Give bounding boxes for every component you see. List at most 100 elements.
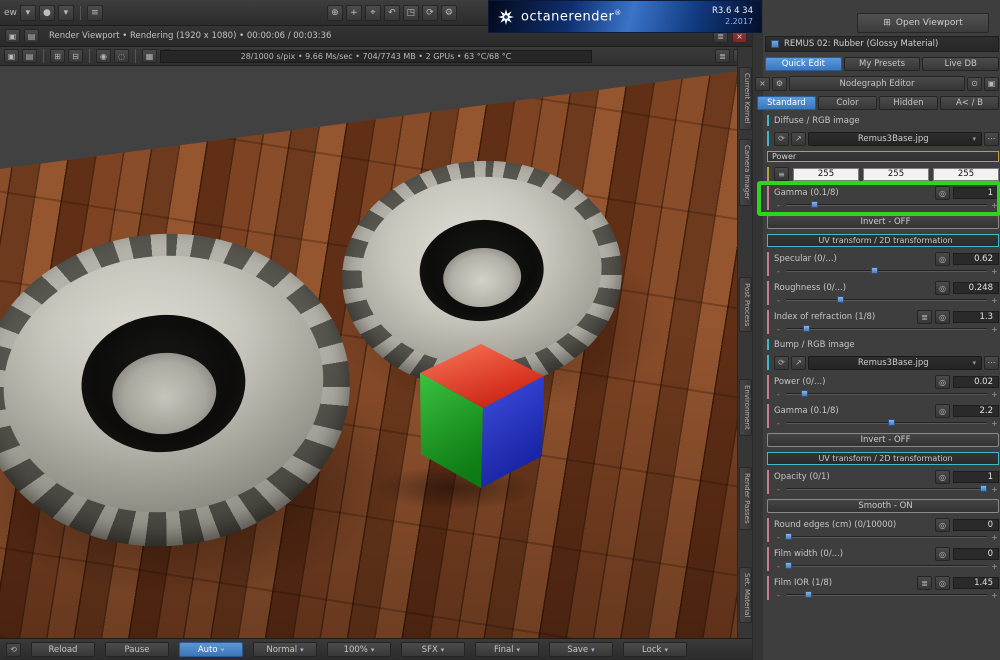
slider-minus[interactable]: - bbox=[775, 485, 782, 494]
target-tool-icon[interactable]: ⌖ bbox=[364, 4, 381, 21]
bump-invert-button[interactable]: Invert - OFF bbox=[767, 433, 999, 447]
zoom-level-dropdown[interactable]: 100% ▾ bbox=[327, 642, 391, 657]
focus-picker-icon[interactable]: ◉ bbox=[96, 49, 111, 63]
save-icon[interactable]: ▣ bbox=[5, 29, 20, 43]
tab-ab-compare[interactable]: A< / B bbox=[940, 96, 999, 110]
diffuse-file-select[interactable]: Remus3Base.jpg ▾ bbox=[808, 131, 982, 146]
param-value[interactable]: 0 bbox=[953, 519, 999, 531]
view-dropdown-icon[interactable]: ▾ bbox=[19, 4, 36, 21]
slider-handle[interactable] bbox=[811, 201, 819, 208]
knob-icon[interactable]: ◎ bbox=[935, 252, 950, 266]
film-ior-slider[interactable]: - + bbox=[774, 590, 999, 600]
knob-icon[interactable]: ◎ bbox=[935, 470, 950, 484]
grid-alt-icon[interactable]: ⊟ bbox=[68, 49, 83, 63]
frame-tool-icon[interactable]: ◳ bbox=[402, 4, 419, 21]
reload-button[interactable]: Reload bbox=[31, 642, 95, 657]
tab-set-material[interactable]: Set. Material bbox=[739, 567, 752, 624]
shade-dropdown-icon[interactable]: ▾ bbox=[57, 4, 74, 21]
tab-render-passes[interactable]: Render Passes bbox=[739, 467, 752, 530]
close-panel-icon[interactable]: × bbox=[755, 76, 770, 91]
param-value[interactable]: 0.02 bbox=[953, 376, 999, 388]
final-dropdown[interactable]: Final ▾ bbox=[475, 642, 539, 657]
slider-track[interactable] bbox=[785, 562, 987, 569]
slider-plus[interactable]: + bbox=[991, 201, 998, 210]
bump-file-select[interactable]: Remus3Base.jpg ▾ bbox=[808, 355, 982, 370]
slider-plus[interactable]: + bbox=[991, 267, 998, 276]
slider-handle[interactable] bbox=[837, 296, 845, 303]
preset-list-icon[interactable]: ≣ bbox=[917, 576, 932, 590]
tab-live-db[interactable]: Live DB bbox=[922, 57, 1000, 71]
normal-dropdown[interactable]: Normal ▾ bbox=[253, 642, 317, 657]
slider-track[interactable] bbox=[785, 533, 987, 540]
bump-gamma-slider[interactable]: - + bbox=[774, 418, 999, 428]
smooth-toggle-button[interactable]: Smooth - ON bbox=[767, 499, 999, 513]
lock-dropdown[interactable]: Lock ▾ bbox=[623, 642, 687, 657]
knob-icon[interactable]: ◎ bbox=[935, 186, 950, 200]
render-viewport-canvas[interactable] bbox=[0, 66, 737, 638]
grid-icon[interactable]: ⊞ bbox=[50, 49, 65, 63]
rgb-rows-icon[interactable]: ≡ bbox=[774, 167, 789, 181]
auto-dropdown[interactable]: Auto ▾ bbox=[179, 642, 243, 657]
param-value[interactable]: 0.248 bbox=[953, 282, 999, 294]
knob-icon[interactable]: ◎ bbox=[935, 547, 950, 561]
slider-plus[interactable]: + bbox=[991, 591, 998, 600]
specular-slider[interactable]: - + bbox=[774, 266, 999, 276]
slider-minus[interactable]: - bbox=[775, 325, 782, 334]
slider-handle[interactable] bbox=[785, 533, 792, 540]
picture-icon[interactable]: ▦ bbox=[142, 49, 157, 63]
roughness-slider[interactable]: - + bbox=[774, 295, 999, 305]
param-value[interactable]: 2.2 bbox=[953, 405, 999, 417]
knob-icon[interactable]: ◎ bbox=[935, 518, 950, 532]
round-edges-slider[interactable]: - + bbox=[774, 532, 999, 542]
param-value[interactable]: 0.62 bbox=[953, 253, 999, 265]
slider-track[interactable] bbox=[786, 296, 987, 303]
gear-icon[interactable]: ⚙ bbox=[440, 4, 457, 21]
tab-current-kernel[interactable]: Current Kernel bbox=[739, 67, 752, 130]
diffuse-uv-transform-button[interactable]: UV transform / 2D transformation bbox=[767, 234, 999, 247]
slider-handle[interactable] bbox=[801, 390, 809, 397]
knob-icon[interactable]: ◎ bbox=[935, 310, 950, 324]
tab-hidden[interactable]: Hidden bbox=[879, 96, 938, 110]
param-value[interactable]: 1.45 bbox=[953, 577, 999, 589]
knob-icon[interactable]: ◎ bbox=[935, 576, 950, 590]
slider-track[interactable] bbox=[786, 325, 987, 332]
refresh-texture-icon[interactable]: ⟳ bbox=[774, 131, 789, 146]
settings-gear-icon[interactable]: ⚙ bbox=[772, 76, 787, 91]
tab-camera-imager[interactable]: Camera Imager bbox=[739, 139, 752, 206]
slider-track[interactable] bbox=[786, 201, 987, 208]
move-tool-icon[interactable]: + bbox=[345, 4, 362, 21]
open-viewport-button[interactable]: ⊞ Open Viewport bbox=[857, 13, 989, 33]
open-file-icon[interactable]: ↗ bbox=[791, 355, 806, 370]
export-image-icon[interactable]: ▤ bbox=[22, 49, 37, 63]
param-value[interactable]: 1.3 bbox=[953, 311, 999, 323]
slider-minus[interactable]: - bbox=[775, 267, 782, 276]
pin-icon[interactable]: ⊙ bbox=[967, 76, 982, 91]
slider-track[interactable] bbox=[786, 485, 987, 492]
slider-plus[interactable]: + bbox=[991, 325, 998, 334]
slider-track[interactable] bbox=[786, 591, 987, 598]
pause-button[interactable]: Pause bbox=[105, 642, 169, 657]
slider-plus[interactable]: + bbox=[991, 562, 998, 571]
more-options-icon[interactable]: ⋯ bbox=[984, 131, 999, 146]
nodegraph-editor-button[interactable]: Nodegraph Editor bbox=[789, 76, 965, 91]
slider-plus[interactable]: + bbox=[991, 296, 998, 305]
knob-icon[interactable]: ◎ bbox=[935, 404, 950, 418]
open-file-icon[interactable]: ↗ bbox=[791, 131, 806, 146]
refresh-tool-icon[interactable]: ⟳ bbox=[421, 4, 438, 21]
zoom-tool-icon[interactable]: ⊕ bbox=[326, 4, 343, 21]
slider-minus[interactable]: - bbox=[775, 390, 782, 399]
orbit-tool-icon[interactable]: ↶ bbox=[383, 4, 400, 21]
param-value[interactable]: 0 bbox=[953, 548, 999, 560]
tab-quick-edit[interactable]: Quick Edit bbox=[765, 57, 842, 71]
save-dropdown[interactable]: Save ▾ bbox=[549, 642, 613, 657]
slider-handle[interactable] bbox=[785, 562, 792, 569]
image-icon[interactable]: ▤ bbox=[24, 29, 39, 43]
bump-power-slider[interactable]: - + bbox=[774, 389, 999, 399]
layout-menu-icon[interactable]: ≡ bbox=[86, 4, 103, 21]
slider-plus[interactable]: + bbox=[991, 390, 998, 399]
slider-minus[interactable]: - bbox=[775, 591, 782, 600]
slider-minus[interactable]: - bbox=[775, 201, 782, 210]
rgb-g-field[interactable]: 255 bbox=[863, 167, 929, 181]
slider-plus[interactable]: + bbox=[991, 419, 998, 428]
slider-minus[interactable]: - bbox=[775, 296, 782, 305]
